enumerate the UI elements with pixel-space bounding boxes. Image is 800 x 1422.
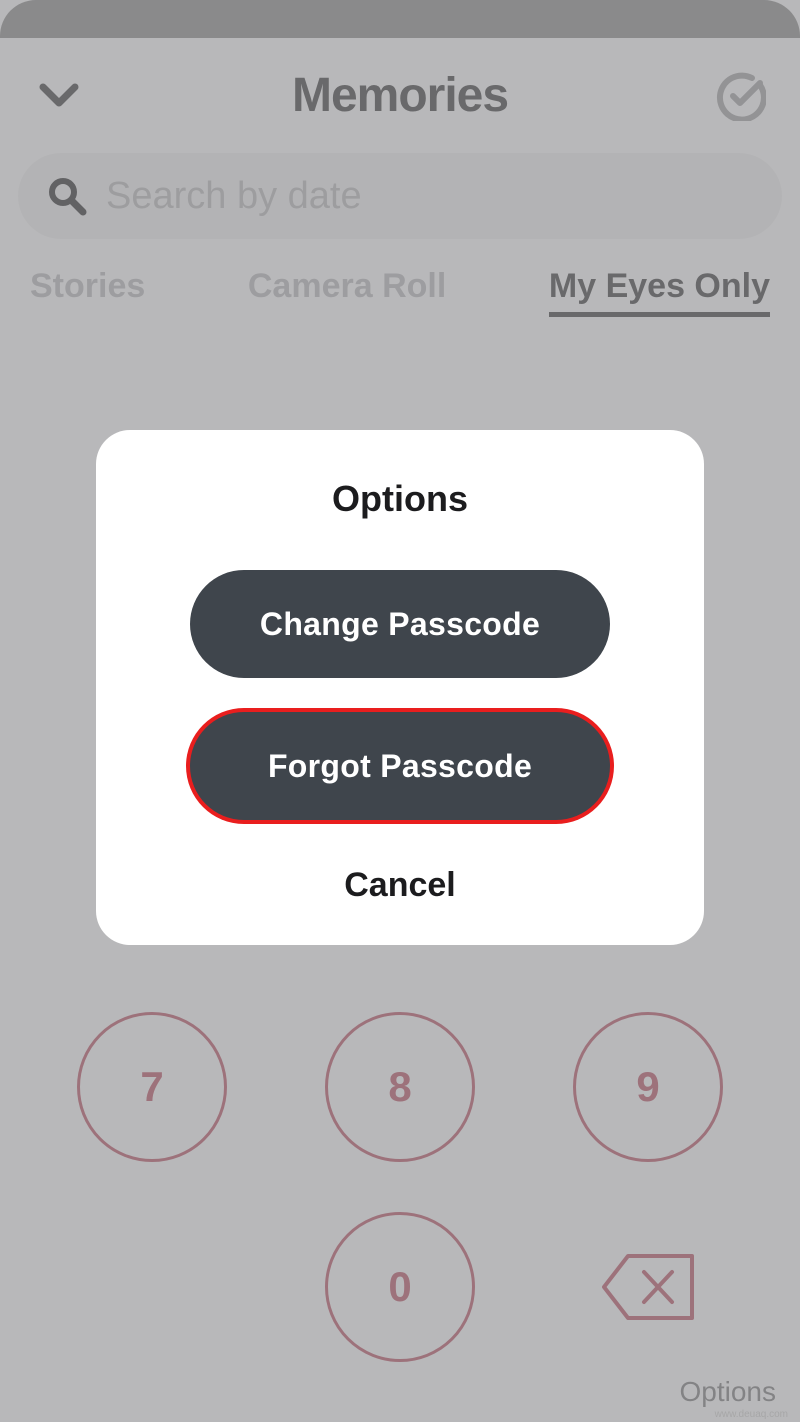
options-modal: Options Change Passcode Forgot Passcode … [96, 430, 704, 945]
change-passcode-button[interactable]: Change Passcode [190, 570, 610, 678]
forgot-passcode-button[interactable]: Forgot Passcode [190, 712, 610, 820]
modal-title: Options [332, 478, 468, 520]
cancel-button[interactable]: Cancel [344, 866, 456, 905]
